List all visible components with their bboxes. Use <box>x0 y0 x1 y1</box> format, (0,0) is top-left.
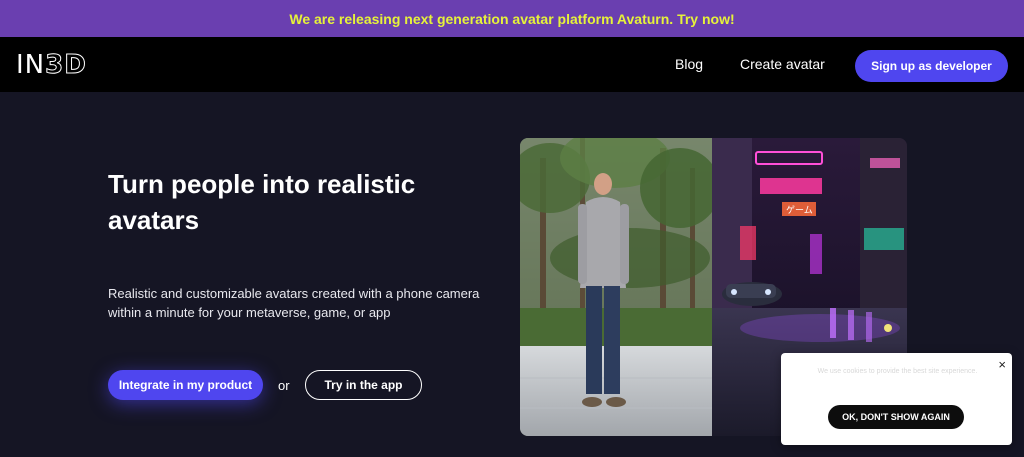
sign-up-developer-button[interactable]: Sign up as developer <box>855 50 1008 82</box>
logo[interactable]: IN 3D <box>16 50 87 81</box>
nav-link-create-avatar[interactable]: Create avatar <box>740 56 825 72</box>
cookie-text: We use cookies to provide the best site … <box>817 368 978 375</box>
or-text: or <box>278 378 290 393</box>
close-icon[interactable]: × <box>998 357 1006 372</box>
cookie-accept-button[interactable]: OK, DON'T SHOW AGAIN <box>828 405 964 429</box>
cookie-banner: × We use cookies to provide the best sit… <box>781 353 1012 445</box>
announcement-bar[interactable]: We are releasing next generation avatar … <box>0 0 1024 37</box>
hero-title: Turn people into realistic avatars <box>108 169 416 235</box>
neon-sign-text: ゲーム <box>786 204 813 216</box>
try-in-app-button[interactable]: Try in the app <box>305 370 422 400</box>
integrate-button[interactable]: Integrate in my product <box>108 370 263 400</box>
top-nav: IN 3D Blog Create avatar Sign up as deve… <box>0 37 1024 92</box>
logo-text-bold: 3D <box>45 50 87 81</box>
logo-text-thin: IN <box>16 50 46 80</box>
nav-link-blog[interactable]: Blog <box>675 56 703 72</box>
hero-description: Realistic and customizable avatars creat… <box>108 286 480 320</box>
announcement-text[interactable]: We are releasing next generation avatar … <box>289 11 734 27</box>
